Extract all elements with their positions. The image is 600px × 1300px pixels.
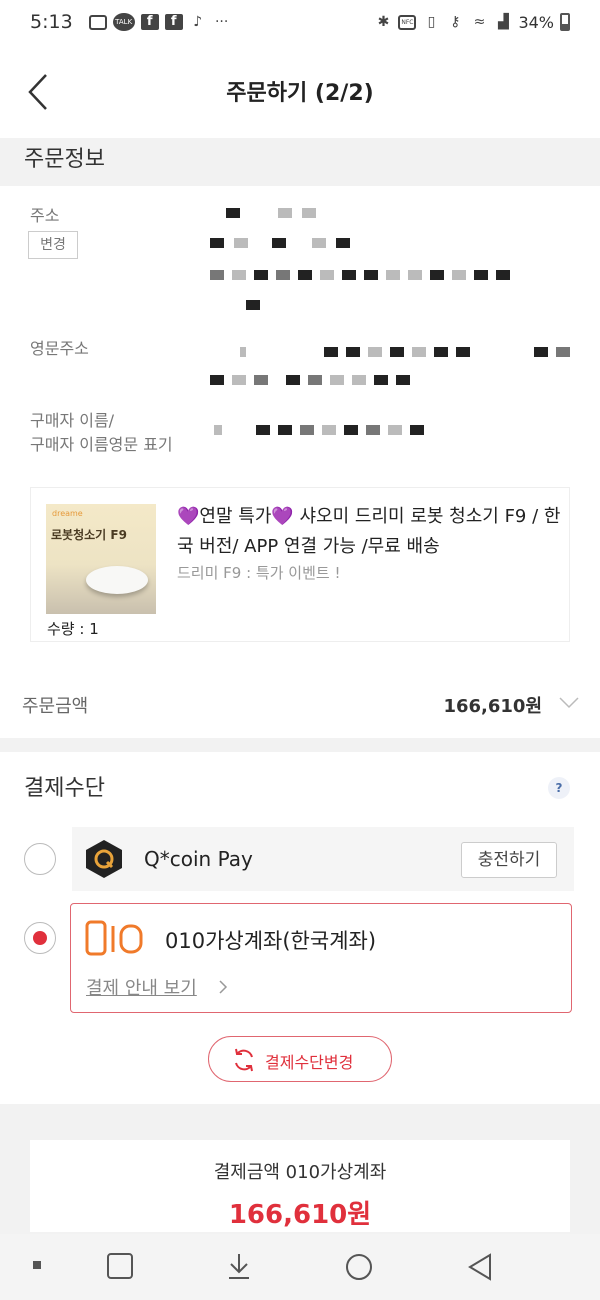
address-blurred (212, 208, 552, 218)
change-address-button[interactable]: 변경 (28, 231, 78, 259)
product-title-promo: 연말 특가 (199, 506, 272, 527)
message-icon (88, 14, 107, 30)
english-address-blurred-2 (210, 375, 550, 385)
refresh-icon (235, 1048, 253, 1072)
signal-icon: ▟ (498, 14, 509, 30)
payment-option-qcoin[interactable]: Q*coin Pay 충전하기 (72, 827, 574, 891)
system-nav-bar (0, 1234, 600, 1300)
home-icon[interactable] (344, 1252, 374, 1282)
page-title: 주문하기 (2/2) (226, 81, 374, 106)
change-payment-button[interactable]: 결제수단변경 (208, 1036, 392, 1082)
address-blurred-2 (210, 238, 560, 248)
qcoin-logo-icon (86, 840, 122, 878)
buyer-name-label-line2: 구매자 이름영문 표기 (30, 435, 173, 454)
battery-icon (560, 13, 570, 31)
qcoin-radio[interactable] (24, 843, 56, 875)
vibrate-icon: ▯ (427, 14, 436, 30)
status-time: 5:13 (30, 11, 73, 33)
product-title: 💜연말 특가💜 샤오미 드리미 로봇 청소기 F9 / 한국 버전/ APP 연… (177, 502, 562, 562)
payment-summary: 결제금액 010가상계좌 166,610원 (30, 1140, 570, 1232)
nfc-icon: NFC (398, 14, 417, 30)
tiktok-icon: ♪ (193, 14, 203, 30)
back-chevron-icon[interactable] (22, 72, 56, 112)
summary-label: 결제금액 010가상계좌 (213, 1162, 387, 1183)
address-blurred-4 (246, 300, 276, 310)
thumb-brand: dreame (52, 509, 83, 518)
virtual-account-name: 010가상계좌(한국계좌) (165, 929, 377, 953)
robot-vacuum-image (86, 566, 148, 594)
payment-guide-link[interactable]: 결제 안내 보기 (86, 974, 197, 1000)
facebook-icon-2: f (164, 14, 183, 30)
order-amount-row[interactable]: 주문금액 166,610원 (0, 680, 600, 730)
spacer (0, 812, 600, 813)
buyer-name-label-line1: 구매자 이름/ (30, 411, 115, 430)
facebook-icon: f (140, 14, 159, 30)
chevron-down-icon[interactable] (558, 696, 580, 710)
product-thumbnail: dreame 로봇청소기 F9 (46, 504, 156, 614)
payment-option-virtual-account[interactable]: 010가상계좌(한국계좌) 결제 안내 보기 (70, 903, 572, 1013)
wifi-icon: ≈ (473, 14, 486, 30)
recent-apps-icon[interactable] (106, 1252, 134, 1280)
status-bar: 5:13 TALK f f ♪ ··· ✱ NFC ▯ ⚷ ≈ ▟ 34% (0, 0, 600, 44)
help-icon[interactable]: ? (548, 777, 570, 799)
qcoin-name: Q*coin Pay (144, 847, 253, 871)
english-address-blurred (240, 347, 580, 357)
order-amount-value: 166,610원 (443, 696, 542, 717)
address-label: 주소 (30, 206, 60, 225)
more-notifications-icon: ··· (214, 14, 229, 30)
bluetooth-icon: ✱ (377, 14, 390, 30)
virtual-account-radio[interactable] (24, 922, 56, 954)
english-address-label: 영문주소 (30, 339, 89, 358)
page-header: 주문하기 (2/2) (0, 44, 600, 138)
010-logo-icon (85, 920, 143, 956)
chevron-right-icon (219, 980, 228, 994)
summary-amount: 166,610원 (228, 1200, 372, 1230)
payment-method-title: 결제수단 (24, 776, 105, 801)
purple-heart-icon-2: 💜 (271, 506, 294, 527)
back-nav-icon[interactable] (466, 1252, 494, 1282)
section-divider (0, 738, 600, 752)
key-icon: ⚷ (450, 14, 461, 30)
product-card[interactable]: dreame 로봇청소기 F9 💜연말 특가💜 샤오미 드리미 로봇 청소기 F… (30, 487, 570, 642)
address-blurred-3 (210, 270, 560, 280)
nav-dot-icon (33, 1261, 41, 1269)
kakaotalk-icon: TALK (112, 13, 135, 31)
buyer-name-label: 구매자 이름/ 구매자 이름영문 표기 (30, 409, 173, 457)
order-info-title: 주문정보 (0, 138, 600, 186)
purple-heart-icon: 💜 (177, 506, 200, 527)
change-payment-label: 결제수단변경 (265, 1053, 354, 1072)
order-amount-label: 주문금액 (22, 696, 89, 717)
charge-button[interactable]: 충전하기 (461, 842, 557, 878)
thumb-title: 로봇청소기 F9 (51, 528, 127, 542)
product-quantity: 수량 : 1 (47, 620, 99, 638)
product-option: 드리미 F9 : 특가 이벤트 ! (177, 564, 341, 582)
notification-pull-icon[interactable] (226, 1252, 252, 1280)
buyer-name-blurred (214, 425, 514, 435)
battery-percent: 34% (518, 12, 554, 32)
